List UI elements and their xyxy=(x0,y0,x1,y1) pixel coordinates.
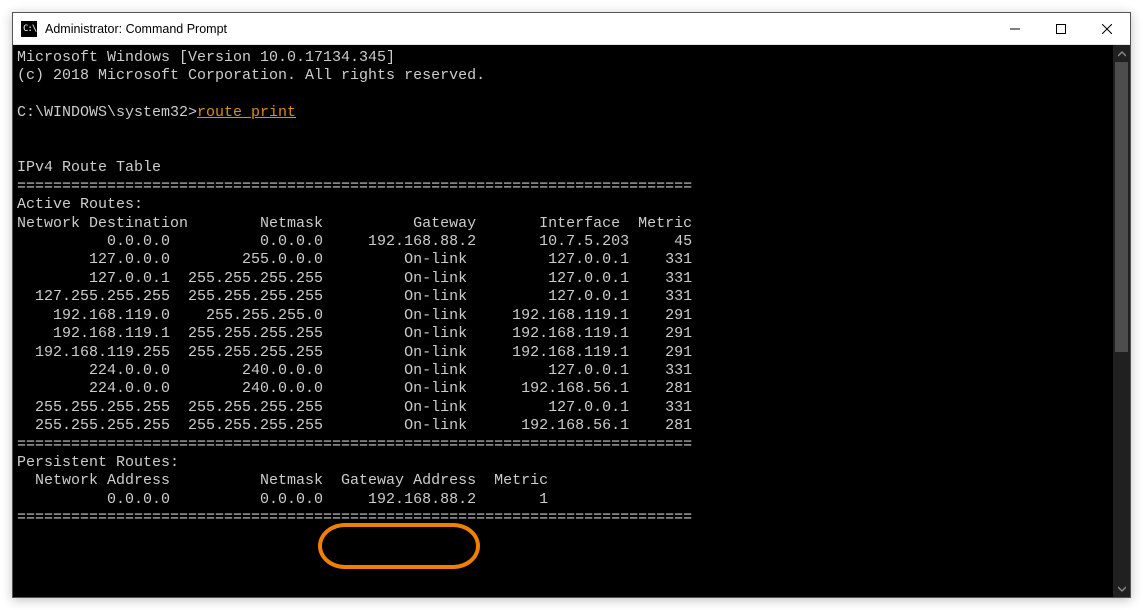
client-area: Microsoft Windows [Version 10.0.17134.34… xyxy=(13,45,1130,597)
terminal-output[interactable]: Microsoft Windows [Version 10.0.17134.34… xyxy=(13,45,1113,597)
vertical-scrollbar[interactable] xyxy=(1113,45,1130,597)
window-title: Administrator: Command Prompt xyxy=(45,22,227,36)
maximize-button[interactable] xyxy=(1038,13,1084,45)
minimize-button[interactable] xyxy=(992,13,1038,45)
titlebar[interactable]: C:\ Administrator: Command Prompt xyxy=(13,13,1130,45)
scroll-down-button[interactable] xyxy=(1113,580,1130,597)
app-icon: C:\ xyxy=(21,21,37,37)
close-button[interactable] xyxy=(1084,13,1130,45)
scrollbar-thumb[interactable] xyxy=(1115,62,1128,352)
cmd-window: C:\ Administrator: Command Prompt Micros… xyxy=(12,12,1131,598)
scrollbar-track[interactable] xyxy=(1113,62,1130,580)
scroll-up-button[interactable] xyxy=(1113,45,1130,62)
